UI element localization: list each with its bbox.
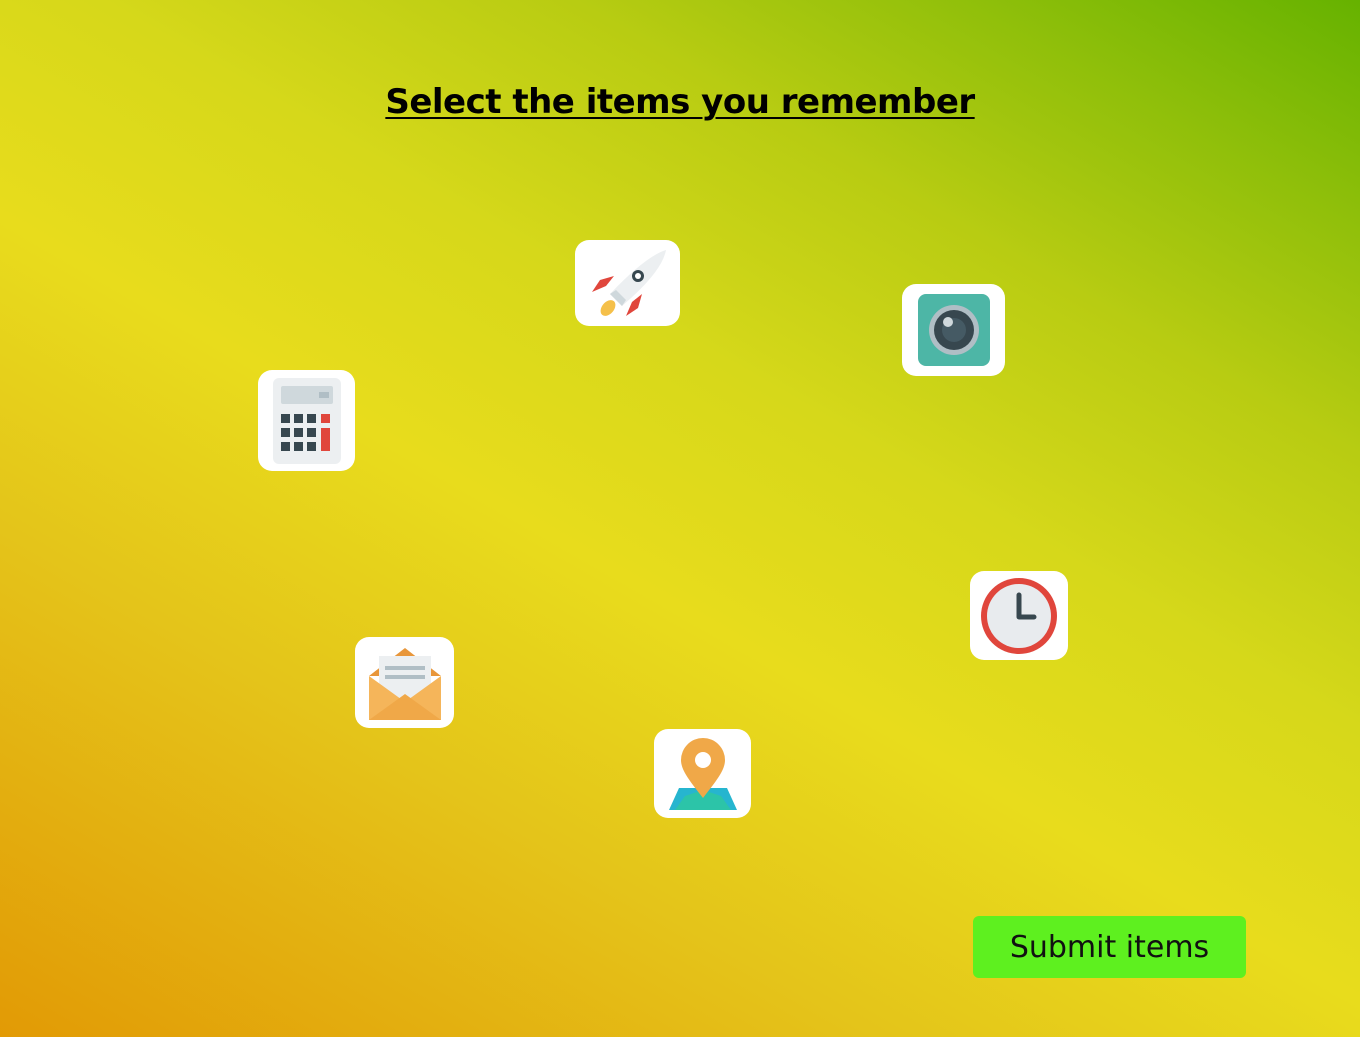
mail-icon	[368, 647, 441, 720]
calculator-icon	[272, 377, 341, 464]
map-pin-icon	[668, 737, 737, 810]
camera-icon	[917, 294, 990, 366]
clock-icon	[981, 577, 1057, 654]
item-tile-camera[interactable]	[902, 284, 1005, 376]
item-tile-calculator[interactable]	[258, 370, 355, 471]
item-tile-rocket[interactable]	[575, 240, 680, 326]
item-tile-mail[interactable]	[355, 637, 454, 728]
rocket-icon	[591, 250, 666, 316]
submit-items-button[interactable]: Submit items	[973, 916, 1246, 978]
item-tile-map-pin[interactable]	[654, 729, 751, 818]
item-tile-clock[interactable]	[970, 571, 1068, 660]
page-title: Select the items you remember	[385, 82, 975, 122]
